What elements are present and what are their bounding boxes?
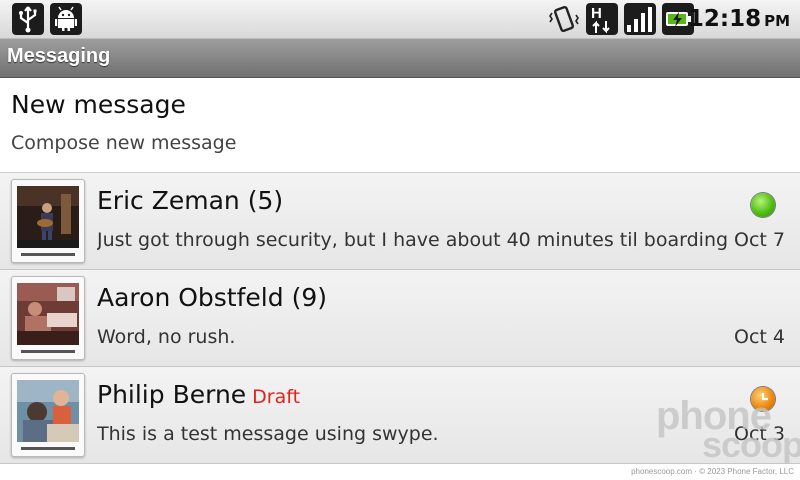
message-count: (9): [291, 283, 327, 312]
draft-label: Draft: [252, 386, 301, 408]
presence-online-icon: [751, 193, 775, 217]
watermark-footer: phonescoop.com · © 2023 Phone Factor, LL…: [631, 467, 794, 476]
signal-icon: [624, 3, 656, 35]
message-snippet: This is a test message using swype.: [97, 423, 439, 445]
avatar-underline: [21, 350, 75, 353]
contact-photo: [17, 380, 79, 442]
title-bar: Messaging: [0, 39, 800, 78]
clock-ampm: PM: [764, 12, 790, 30]
android-debug-icon: [50, 3, 82, 35]
message-date: Oct 7: [734, 229, 785, 251]
message-snippet: Word, no rush.: [97, 326, 236, 348]
contact-name-text: Eric Zeman: [97, 186, 240, 215]
contact-name: Eric Zeman (5): [97, 186, 283, 215]
watermark-footer-bar: phonescoop.com · © 2023 Phone Factor, LL…: [0, 464, 800, 480]
contact-avatar[interactable]: [11, 373, 85, 457]
watermark-line2: scoop: [702, 424, 800, 465]
clock: 12:18 PM: [688, 6, 790, 32]
new-message-subtitle: Compose new message: [11, 132, 237, 154]
message-count: (5): [247, 186, 284, 215]
message-snippet: Just got through security, but I have ab…: [97, 229, 727, 251]
clock-time: 12:18: [687, 6, 762, 32]
avatar-underline: [21, 447, 75, 450]
app-title: Messaging: [7, 45, 111, 67]
conversation-row-eric-zeman[interactable]: Eric Zeman (5) Just got through security…: [0, 173, 800, 270]
conversation-row-aaron-obstfeld[interactable]: Aaron Obstfeld (9) Word, no rush. Oct 4: [0, 270, 800, 367]
contact-photo: [17, 283, 79, 345]
hspa-data-icon: H: [586, 3, 618, 35]
contact-name-text: Aaron Obstfeld: [97, 283, 284, 312]
avatar-underline: [21, 253, 75, 256]
svg-text:H: H: [591, 5, 602, 22]
status-bar: H 12:18 PM: [0, 0, 800, 39]
usb-icon: [12, 3, 44, 35]
new-message-item[interactable]: New message Compose new message: [0, 78, 800, 173]
new-message-title: New message: [11, 90, 186, 119]
contact-photo: [17, 186, 79, 248]
contact-name: Philip Berne Draft: [97, 380, 300, 409]
phonescoop-watermark: phone scoop: [650, 394, 800, 465]
contact-name-text: Philip Berne: [97, 380, 247, 409]
message-date: Oct 4: [734, 326, 785, 348]
contact-name: Aaron Obstfeld (9): [97, 283, 327, 312]
vibrate-icon: [548, 3, 580, 35]
contact-avatar[interactable]: [11, 179, 85, 263]
contact-avatar[interactable]: [11, 276, 85, 360]
